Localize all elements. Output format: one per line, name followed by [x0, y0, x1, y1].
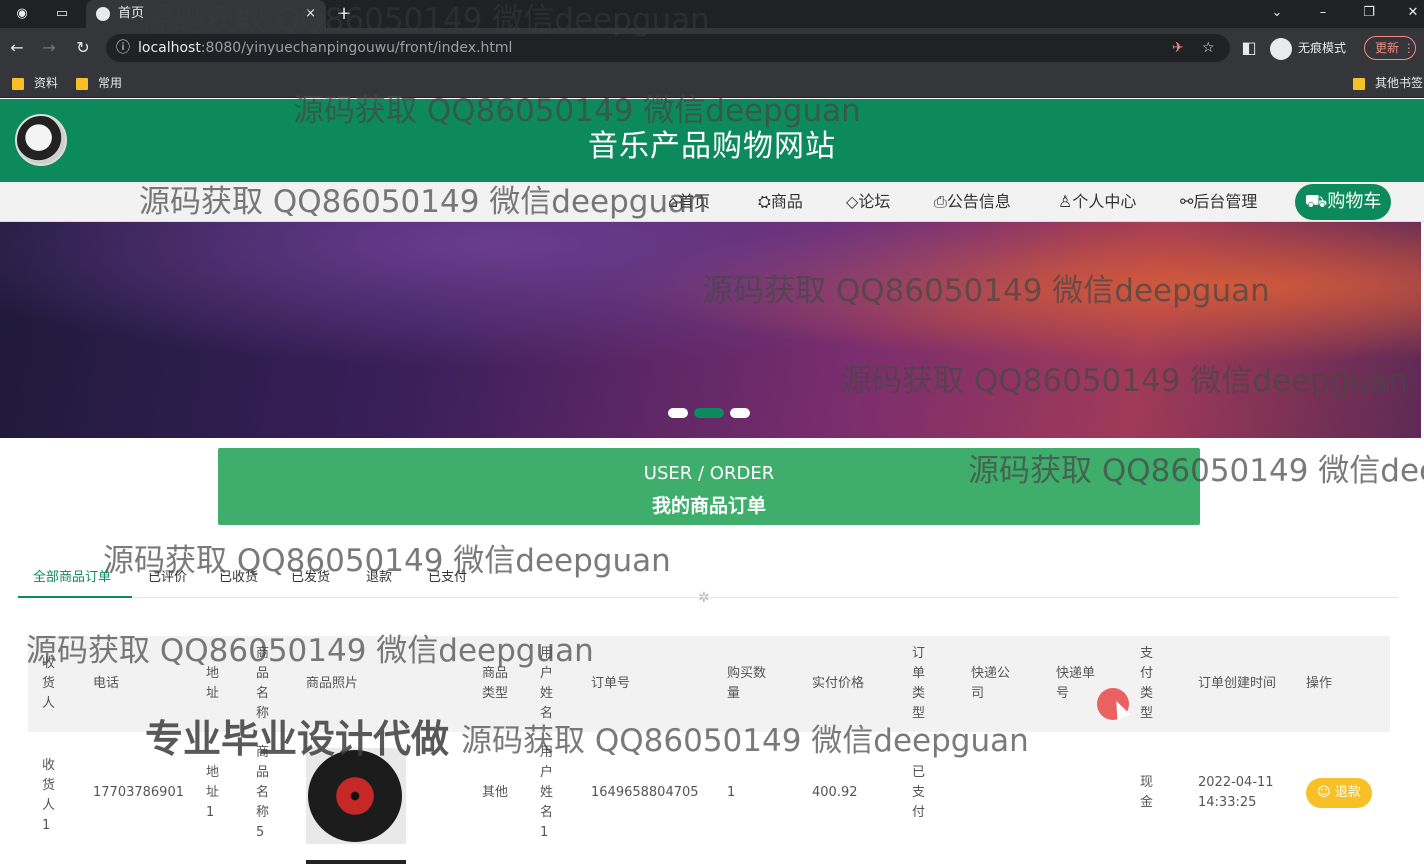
browser-menu-icon[interactable]: ◉	[12, 4, 32, 24]
watermark: 源码获取 QQ86050149 微信deepguan	[139, 184, 707, 220]
vinyl-record-image	[308, 750, 402, 842]
carousel-dot[interactable]	[668, 408, 688, 418]
cell-receiver: 收货人1	[42, 758, 56, 833]
tab-favicon-icon	[96, 6, 110, 21]
other-bookmarks-label: 其他书签	[1375, 76, 1424, 90]
th-courier: 快递公司	[971, 666, 1011, 701]
carousel-dot[interactable]	[730, 408, 750, 418]
minimize-button[interactable]: –	[1300, 0, 1346, 28]
th-pay-type: 支付类型	[1140, 646, 1154, 721]
update-button[interactable]: 更新 ⋮	[1364, 36, 1416, 60]
th-qty: 购买数量	[727, 666, 767, 701]
bookmark-star-icon[interactable]: ☆	[1202, 34, 1215, 62]
cell-order-type: 已支付	[912, 765, 926, 820]
order-banner-zh: 我的商品订单	[651, 495, 766, 517]
goods-icon: ⛭	[758, 192, 771, 211]
reload-icon[interactable]: ↻	[72, 37, 94, 59]
watermark: 源码获取 QQ86050149 微信deep	[968, 453, 1424, 489]
nav-label: 商品	[770, 192, 803, 211]
carousel-banner	[0, 222, 1421, 438]
cell-pay-type: 现金	[1140, 775, 1154, 810]
watermark: 源码获取 QQ86050149 微信deepguan	[293, 93, 861, 129]
nav-item-goods[interactable]: ⛭商品	[758, 192, 803, 212]
address-bar[interactable]: ⓘ localhost:8080/yinyuechanpingouwu/fron…	[106, 34, 1230, 62]
nav-item-forum[interactable]: ◇论坛	[846, 192, 890, 212]
th-price: 实付价格	[812, 676, 865, 691]
watermark: 源码获取 QQ86050149 微信deepguan	[26, 633, 594, 669]
th-action: 操作	[1306, 676, 1333, 691]
cart-button[interactable]: ⛟购物车	[1295, 184, 1391, 220]
bookmark-folder-ziliao[interactable]: 资料	[12, 75, 58, 91]
cell-type: 其他	[482, 785, 509, 800]
blocked-icon[interactable]: ✈	[1172, 34, 1184, 62]
incognito-icon	[1270, 37, 1292, 60]
refund-icon: ☺	[1317, 785, 1331, 800]
bookmark-label: 常用	[98, 76, 123, 90]
bookmark-folder-changyong[interactable]: 常用	[76, 75, 122, 91]
cell-price: 400.92	[812, 785, 858, 800]
nav-label: 个人中心	[1072, 192, 1137, 211]
incognito-indicator[interactable]: 无痕模式	[1270, 36, 1346, 60]
carousel-dot-active[interactable]	[694, 408, 724, 418]
nav-item-admin[interactable]: ⚯后台管理	[1180, 192, 1257, 212]
maximize-button[interactable]: ❐	[1346, 0, 1392, 28]
tab-title: 首页	[118, 6, 145, 21]
folder-icon	[12, 77, 24, 90]
watermark: 源码获取 QQ86050149 微信deepguan	[702, 273, 1270, 309]
cell-order-no: 1649658804705	[591, 785, 699, 800]
product-photo-divider	[306, 860, 406, 864]
refund-label: 退款	[1334, 785, 1361, 800]
folder-icon	[76, 77, 88, 90]
nav-label: 论坛	[858, 192, 891, 211]
nav-label: 公告信息	[946, 192, 1011, 211]
close-window-button[interactable]: ✕	[1390, 0, 1424, 28]
notice-icon: ⎙	[934, 192, 947, 211]
folder-icon	[1353, 77, 1365, 90]
other-bookmarks[interactable]: 其他书签	[1353, 75, 1423, 91]
user-icon: ♙	[1058, 192, 1073, 211]
site-info-icon[interactable]: ⓘ	[116, 34, 130, 62]
nav-item-user-center[interactable]: ♙个人中心	[1058, 192, 1136, 212]
th-tracking: 快递单号	[1056, 666, 1096, 701]
watermark: 源码获取 QQ86050149 微信deepguan	[103, 543, 671, 579]
th-order-no: 订单号	[591, 676, 631, 691]
sidepanel-icon[interactable]: ◧	[1238, 37, 1260, 59]
cart-label: 购物车	[1327, 191, 1382, 212]
update-label: 更新	[1375, 41, 1400, 55]
forum-icon: ◇	[846, 192, 859, 211]
tab-search-icon[interactable]: ⌄	[1254, 0, 1300, 28]
active-tab-underline	[18, 596, 132, 598]
nav-label: 后台管理	[1193, 192, 1258, 211]
cell-created: 2022-04-11 14:33:25	[1198, 775, 1274, 810]
url-host: localhost	[138, 40, 201, 56]
th-created: 订单创建时间	[1198, 676, 1277, 691]
watermark: 源码获取 QQ86050149 微信deepguan	[461, 723, 1029, 759]
url-path: :8080/yinyuechanpingouwu/front/index.htm…	[200, 40, 513, 56]
cell-qty: 1	[727, 785, 736, 800]
incognito-label: 无痕模式	[1298, 41, 1347, 55]
watermark: 源码获取 QQ86050149 微信deepguan	[840, 363, 1408, 399]
tab-overview-icon[interactable]: ▭	[52, 4, 72, 24]
tab-all-orders[interactable]: 全部商品订单	[33, 569, 111, 587]
loading-icon: ✲	[698, 590, 710, 606]
forward-icon[interactable]: →	[38, 37, 60, 59]
back-icon[interactable]: ←	[6, 37, 28, 59]
th-order-type: 订单类型	[912, 646, 926, 721]
watermark-bold: 专业毕业设计代做	[145, 717, 450, 761]
admin-icon: ⚯	[1180, 192, 1194, 211]
bookmark-label: 资料	[34, 76, 59, 90]
nav-item-notice[interactable]: ⎙公告信息	[934, 192, 1011, 212]
cart-icon: ⛟	[1304, 191, 1328, 212]
watermark: 源码获取 QQ86050149 微信deepguan	[142, 2, 710, 38]
refund-button[interactable]: ☺ 退款	[1306, 778, 1372, 808]
